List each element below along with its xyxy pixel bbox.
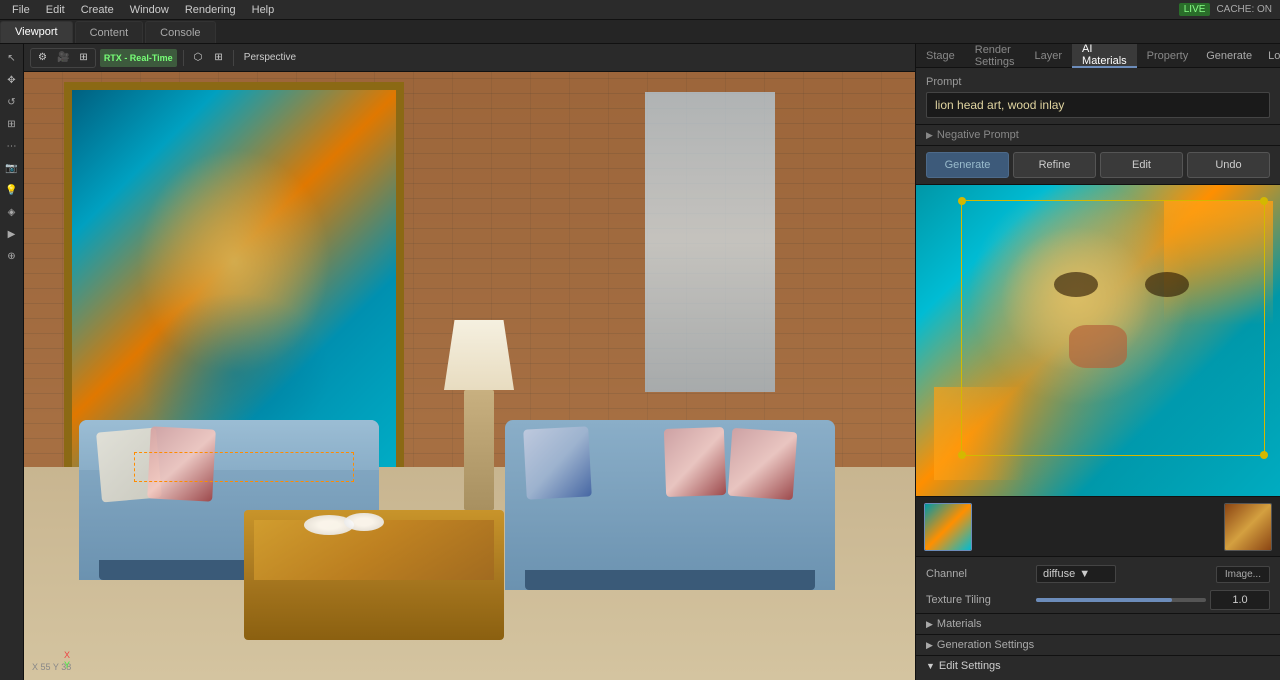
thumb-img-1 <box>925 504 971 550</box>
channel-row: Channel diffuse ▼ Image... <box>916 561 1280 587</box>
left-toolbar: ↖ ✥ ↺ ⊞ ⋯ 📷 💡 ◈ ▶ ⊕ <box>0 44 24 680</box>
main-tab-bar: Viewport Content Console <box>0 20 1280 44</box>
viewport-container: ⚙ 🎥 ⊞ RTX - Real-Time ⬡ ⊞ Perspective <box>24 44 915 680</box>
toolbar-extra2[interactable]: ⊕ <box>2 246 22 266</box>
undo-btn[interactable]: Undo <box>1187 152 1270 178</box>
toolbar-select[interactable]: ↖ <box>2 48 22 68</box>
generation-settings-arrow: ▶ <box>926 640 933 651</box>
texture-tiling-fill <box>1036 598 1172 602</box>
tab-ai-materials[interactable]: AI Materials <box>1072 44 1137 68</box>
materials-arrow: ▶ <box>926 619 933 630</box>
materials-label: Materials <box>937 618 982 630</box>
prompt-label: Prompt <box>926 76 1270 88</box>
vp-sep-1 <box>183 50 184 66</box>
lamp <box>454 320 504 520</box>
toolbar-light[interactable]: 💡 <box>2 180 22 200</box>
right-tabs: Stage Render Settings Layer AI Materials… <box>916 44 1280 68</box>
toolbar-camera[interactable]: 📷 <box>2 158 22 178</box>
tab-viewport[interactable]: Viewport <box>0 21 73 43</box>
thumb-img-2 <box>1225 504 1271 550</box>
menu-bar: File Edit Create Window Rendering Help L… <box>0 0 1280 20</box>
channel-control: diffuse ▼ <box>1036 565 1216 583</box>
channel-label: Channel <box>926 568 1036 580</box>
negative-prompt-arrow: ▶ <box>926 130 933 141</box>
viewport-tool-group-1: ⚙ 🎥 ⊞ <box>30 48 96 68</box>
right-panel: Stage Render Settings Layer AI Materials… <box>915 44 1280 680</box>
texture-tiling-slider[interactable] <box>1036 598 1206 602</box>
main-generated-image[interactable] <box>916 185 1280 496</box>
channel-value: diffuse <box>1043 568 1075 580</box>
live-badge: LIVE <box>1179 3 1211 16</box>
image-btn[interactable]: Image... <box>1216 566 1270 583</box>
tab-content[interactable]: Content <box>75 21 144 43</box>
vp-sep-2 <box>233 50 234 66</box>
rtx-mode-btn[interactable]: RTX - Real-Time <box>100 49 177 67</box>
menu-create[interactable]: Create <box>73 0 122 19</box>
materials-section[interactable]: ▶ Materials <box>916 613 1280 634</box>
texture-tiling-input[interactable] <box>1210 590 1270 610</box>
toolbar-scale[interactable]: ⊞ <box>2 114 22 134</box>
prompt-input[interactable] <box>926 92 1270 118</box>
viewport-toolbar: ⚙ 🎥 ⊞ RTX - Real-Time ⬡ ⊞ Perspective <box>24 44 915 72</box>
channel-dropdown-arrow: ▼ <box>1079 568 1090 580</box>
handle-br[interactable] <box>1260 451 1268 459</box>
tab-render-settings[interactable]: Render Settings <box>965 44 1025 68</box>
texture-tiling-label: Texture Tiling <box>926 594 1036 606</box>
handle-tl[interactable] <box>958 197 966 205</box>
viewport-render-btn[interactable]: ⬡ <box>190 49 207 67</box>
btn-login[interactable]: Login <box>1260 45 1280 67</box>
menu-edit[interactable]: Edit <box>38 0 73 19</box>
btn-generate-header[interactable]: Generate <box>1198 45 1260 67</box>
viewport-grid-btn[interactable]: ⊞ <box>210 49 226 67</box>
lamp-shade <box>444 320 514 390</box>
viewport-settings-btn[interactable]: ⚙ <box>34 49 51 67</box>
ai-panel: Prompt ▶ Negative Prompt Generate Refine… <box>916 68 1280 680</box>
toolbar-rotate[interactable]: ↺ <box>2 92 22 112</box>
negative-prompt-toggle[interactable]: ▶ Negative Prompt <box>916 125 1280 146</box>
edit-settings-label: Edit Settings <box>939 660 1001 672</box>
menu-help[interactable]: Help <box>244 0 283 19</box>
cache-info: CACHE: ON <box>1216 4 1272 15</box>
thumbnails-row <box>916 496 1280 556</box>
action-buttons: Generate Refine Edit Undo <box>916 146 1280 185</box>
toolbar-move[interactable]: ✥ <box>2 70 22 90</box>
bottom-settings: Channel diffuse ▼ Image... Texture Tilin… <box>916 556 1280 680</box>
window-area <box>645 92 775 392</box>
axis-gizmo: X Y <box>64 650 70 670</box>
viewport-canvas[interactable]: X 55 Y 38 X Y <box>24 72 915 680</box>
tab-console[interactable]: Console <box>145 21 215 43</box>
toolbar-extra1[interactable]: ◈ <box>2 202 22 222</box>
refine-btn[interactable]: Refine <box>1013 152 1096 178</box>
edit-btn[interactable]: Edit <box>1100 152 1183 178</box>
generate-btn[interactable]: Generate <box>926 152 1009 178</box>
edit-settings-section[interactable]: ▼ Edit Settings <box>916 655 1280 676</box>
texture-tiling-control <box>1036 590 1270 610</box>
viewport-snap-btn[interactable]: ⊞ <box>75 49 91 67</box>
generation-settings-label: Generation Settings <box>937 639 1034 651</box>
coffee-table <box>244 510 504 640</box>
texture-tiling-row: Texture Tiling <box>916 587 1280 613</box>
tab-layer[interactable]: Layer <box>1025 44 1073 68</box>
thumbnail-1[interactable] <box>924 503 972 551</box>
prompt-section: Prompt <box>916 68 1280 125</box>
menu-window[interactable]: Window <box>122 0 177 19</box>
thumbnail-end[interactable] <box>1224 503 1272 551</box>
channel-dropdown[interactable]: diffuse ▼ <box>1036 565 1116 583</box>
toolbar-snap[interactable]: ⋯ <box>2 136 22 156</box>
generation-settings-section[interactable]: ▶ Generation Settings <box>916 634 1280 655</box>
edit-settings-arrow: ▼ <box>926 661 935 671</box>
generated-image-area <box>916 185 1280 496</box>
viewport-perspective-btn[interactable]: Perspective <box>240 49 300 67</box>
tab-property[interactable]: Property <box>1137 44 1199 68</box>
negative-prompt-label: Negative Prompt <box>937 129 1019 141</box>
tab-stage[interactable]: Stage <box>916 44 965 68</box>
toolbar-play[interactable]: ▶ <box>2 224 22 244</box>
viewport-camera-btn[interactable]: 🎥 <box>53 49 73 67</box>
lamp-base <box>464 390 494 510</box>
menu-file[interactable]: File <box>4 0 38 19</box>
menu-rendering[interactable]: Rendering <box>177 0 244 19</box>
main-layout: ↖ ✥ ↺ ⊞ ⋯ 📷 💡 ◈ ▶ ⊕ ⚙ 🎥 ⊞ RTX - Real-Tim… <box>0 44 1280 680</box>
couch-right <box>505 420 835 590</box>
